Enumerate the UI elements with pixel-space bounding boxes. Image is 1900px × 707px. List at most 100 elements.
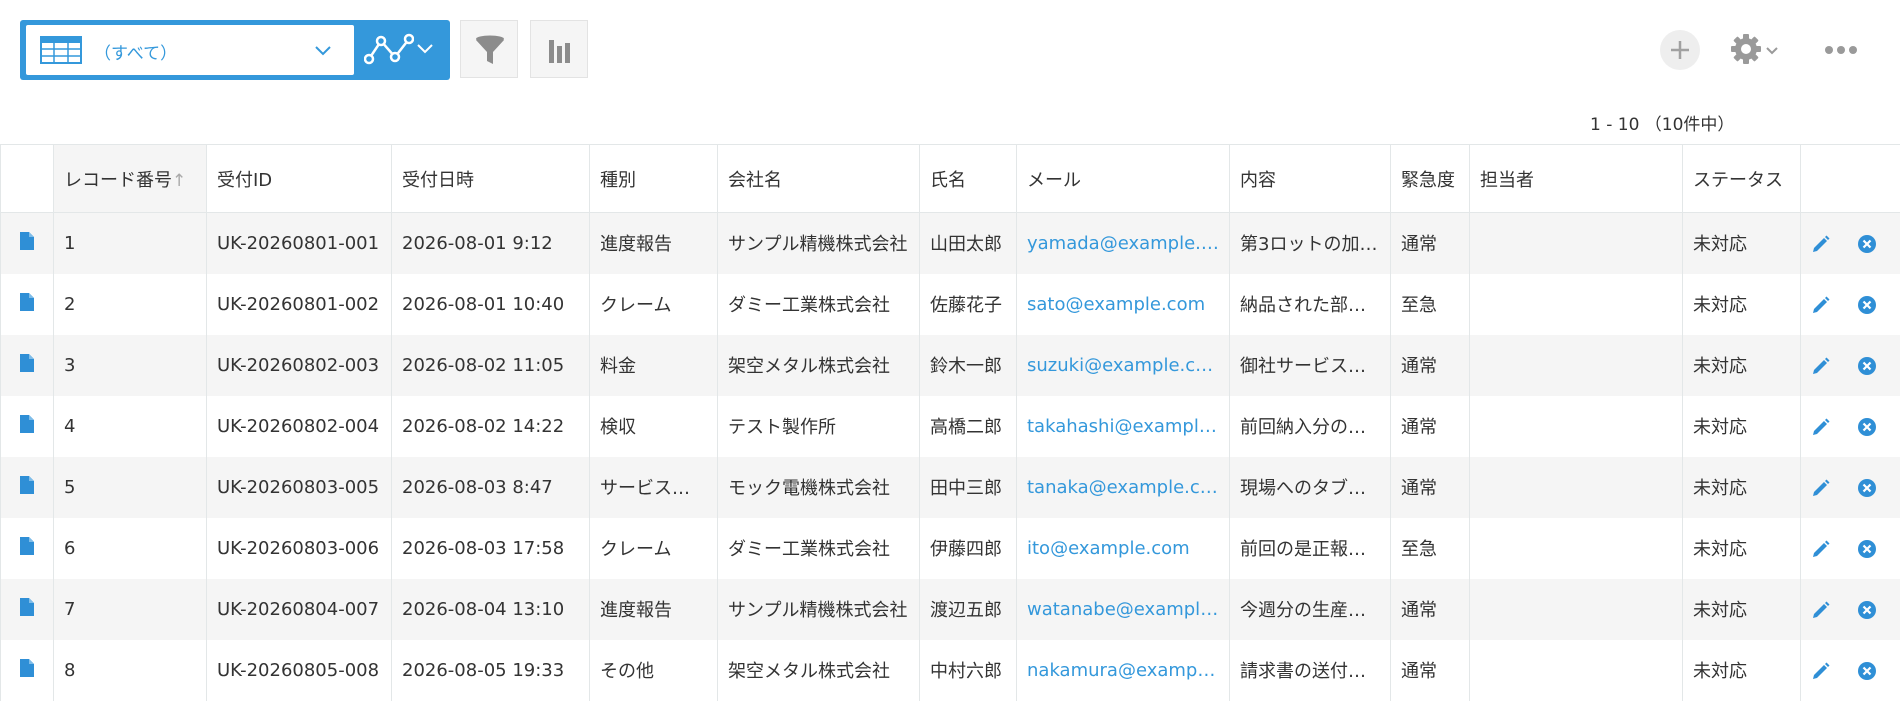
document-icon[interactable] <box>19 536 35 556</box>
datetime-cell: 2026-08-01 9:12 <box>391 212 590 274</box>
edit-icon[interactable] <box>1811 478 1831 498</box>
close-icon[interactable] <box>1857 234 1877 254</box>
document-icon[interactable] <box>19 475 35 495</box>
uketsuke-id-cell: UK-20260803-005 <box>206 456 392 518</box>
document-icon[interactable] <box>19 231 35 251</box>
action-cell <box>1800 639 1900 701</box>
table-row: 2 UK-20260801-002 2026-08-01 10:40 クレーム … <box>0 273 1900 335</box>
datetime-cell: 2026-08-02 11:05 <box>391 334 590 396</box>
datetime-cell: 2026-08-03 17:58 <box>391 517 590 579</box>
edit-icon[interactable] <box>1811 295 1831 315</box>
urgency-cell: 至急 <box>1390 517 1470 579</box>
edit-icon[interactable] <box>1811 539 1831 559</box>
close-icon[interactable] <box>1857 661 1877 681</box>
header-type[interactable]: 種別 <box>589 144 718 213</box>
header-actions <box>1800 144 1900 213</box>
assignee-cell <box>1469 395 1683 457</box>
edit-icon[interactable] <box>1811 661 1831 681</box>
name-cell: 中村六郎 <box>919 639 1017 701</box>
header-mail[interactable]: メール <box>1016 144 1230 213</box>
settings-button[interactable] <box>1730 30 1790 70</box>
table-row: 7 UK-20260804-007 2026-08-04 13:10 進度報告 … <box>0 578 1900 640</box>
header-datetime[interactable]: 受付日時 <box>391 144 590 213</box>
record-number-cell: 5 <box>53 456 207 518</box>
header-assignee[interactable]: 担当者 <box>1469 144 1683 213</box>
assignee-cell <box>1469 639 1683 701</box>
record-number-cell: 2 <box>53 273 207 335</box>
mail-link[interactable]: watanabe@example… <box>1016 578 1230 640</box>
detail-cell <box>0 334 54 396</box>
name-cell: 伊藤四郎 <box>919 517 1017 579</box>
close-icon[interactable] <box>1857 539 1877 559</box>
edit-icon[interactable] <box>1811 417 1831 437</box>
mail-link[interactable]: nakamura@example… <box>1016 639 1230 701</box>
status-cell: 未対応 <box>1682 517 1801 579</box>
pagination-info: 1 - 10 （10件中） <box>1590 115 1735 135</box>
record-number-cell: 4 <box>53 395 207 457</box>
table-row: 8 UK-20260805-008 2026-08-05 19:33 その他 架… <box>0 639 1900 701</box>
document-icon[interactable] <box>19 292 35 312</box>
name-cell: 鈴木一郎 <box>919 334 1017 396</box>
record-number-cell: 7 <box>53 578 207 640</box>
chevron-down-icon[interactable] <box>416 42 434 56</box>
add-record-button[interactable] <box>1660 30 1700 70</box>
type-cell: その他 <box>589 639 718 701</box>
urgency-cell: 通常 <box>1390 639 1470 701</box>
view-selector: （すべて） <box>20 20 450 80</box>
chevron-down-icon <box>1766 47 1778 55</box>
more-button[interactable] <box>1822 30 1862 70</box>
company-cell: 架空メタル株式会社 <box>717 334 920 396</box>
document-icon[interactable] <box>19 597 35 617</box>
edit-icon[interactable] <box>1811 356 1831 376</box>
assignee-cell <box>1469 334 1683 396</box>
content-cell: 今週分の生産進… <box>1229 578 1391 640</box>
action-cell <box>1800 517 1900 579</box>
edit-icon[interactable] <box>1811 234 1831 254</box>
close-icon[interactable] <box>1857 356 1877 376</box>
close-icon[interactable] <box>1857 600 1877 620</box>
record-number-cell: 8 <box>53 639 207 701</box>
type-cell: 検収 <box>589 395 718 457</box>
detail-cell <box>0 273 54 335</box>
line-graph-icon[interactable] <box>364 32 414 66</box>
view-dropdown[interactable]: （すべて） <box>26 25 354 75</box>
record-number-cell: 6 <box>53 517 207 579</box>
header-name[interactable]: 氏名 <box>919 144 1017 213</box>
header-uketsuke-id[interactable]: 受付ID <box>206 144 392 213</box>
datetime-cell: 2026-08-01 10:40 <box>391 273 590 335</box>
funnel-icon <box>476 35 504 64</box>
close-icon[interactable] <box>1857 417 1877 437</box>
content-cell: 御社サービスの… <box>1229 334 1391 396</box>
mail-link[interactable]: tanaka@example.com <box>1016 456 1230 518</box>
document-icon[interactable] <box>19 353 35 373</box>
uketsuke-id-cell: UK-20260802-003 <box>206 334 392 396</box>
header-record-number[interactable]: レコード番号↑ <box>53 144 207 213</box>
datetime-cell: 2026-08-05 19:33 <box>391 639 590 701</box>
urgency-cell: 通常 <box>1390 212 1470 274</box>
datetime-cell: 2026-08-03 8:47 <box>391 456 590 518</box>
company-cell: テスト製作所 <box>717 395 920 457</box>
view-label: （すべて） <box>94 44 178 64</box>
close-icon[interactable] <box>1857 295 1877 315</box>
header-detail <box>0 144 54 213</box>
header-company[interactable]: 会社名 <box>717 144 920 213</box>
uketsuke-id-cell: UK-20260802-004 <box>206 395 392 457</box>
filter-button[interactable] <box>460 20 518 78</box>
uketsuke-id-cell: UK-20260803-006 <box>206 517 392 579</box>
document-icon[interactable] <box>19 658 35 678</box>
action-cell <box>1800 578 1900 640</box>
mail-link[interactable]: sato@example.com <box>1016 273 1230 335</box>
header-urgency[interactable]: 緊急度 <box>1390 144 1470 213</box>
mail-link[interactable]: suzuki@example.com <box>1016 334 1230 396</box>
document-icon[interactable] <box>19 414 35 434</box>
close-icon[interactable] <box>1857 478 1877 498</box>
mail-link[interactable]: yamada@example.c… <box>1016 212 1230 274</box>
status-cell: 未対応 <box>1682 578 1801 640</box>
graph-button[interactable] <box>530 20 588 78</box>
header-content[interactable]: 内容 <box>1229 144 1391 213</box>
record-number-cell: 1 <box>53 212 207 274</box>
mail-link[interactable]: ito@example.com <box>1016 517 1230 579</box>
mail-link[interactable]: takahashi@example.… <box>1016 395 1230 457</box>
edit-icon[interactable] <box>1811 600 1831 620</box>
header-status[interactable]: ステータス <box>1682 144 1801 213</box>
